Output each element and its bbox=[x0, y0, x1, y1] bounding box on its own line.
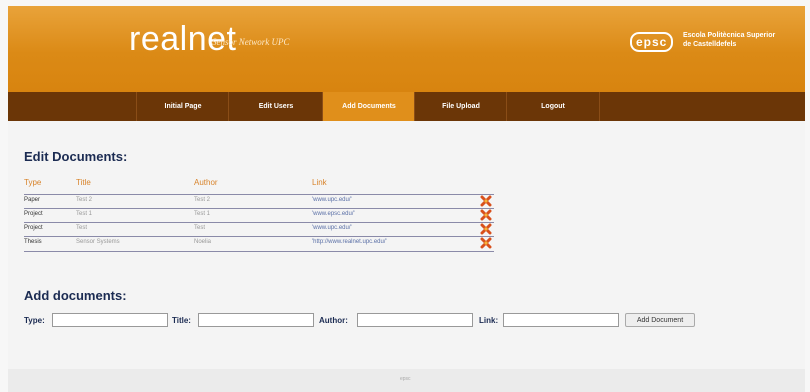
cell-link[interactable]: 'www.upc.edu/' bbox=[312, 225, 352, 231]
table-row: Project Test Test 'www.upc.edu/' bbox=[24, 222, 494, 237]
table-row: Project Test 1 Test 1 'www.epsc.edu/' bbox=[24, 208, 494, 223]
column-author: Author bbox=[194, 178, 218, 187]
cell-type: Thesis bbox=[24, 239, 42, 245]
cell-type: Project bbox=[24, 211, 43, 217]
delete-icon[interactable] bbox=[480, 209, 492, 221]
cell-title: Test 1 bbox=[76, 211, 93, 217]
delete-icon[interactable] bbox=[480, 195, 492, 207]
nav-file-upload[interactable]: File Upload bbox=[414, 92, 507, 121]
title-input[interactable] bbox=[198, 313, 314, 327]
cell-link[interactable]: 'www.upc.edu/' bbox=[312, 197, 352, 203]
column-link: Link bbox=[312, 178, 327, 187]
table-row: Thesis Sensor Systems Noelia 'http://www… bbox=[24, 236, 494, 252]
add-documents-heading: Add documents: bbox=[24, 288, 127, 303]
type-input[interactable] bbox=[52, 313, 168, 327]
cell-title: Sensor Systems bbox=[76, 239, 120, 245]
cell-link[interactable]: 'http://www.realnet.upc.edu/' bbox=[312, 239, 387, 245]
school-name-line2: de Castelldefels bbox=[683, 41, 737, 48]
title-label: Title: bbox=[172, 316, 191, 325]
site-tagline: Sensor Network UPC bbox=[212, 37, 290, 47]
type-label: Type: bbox=[24, 316, 45, 325]
school-name: Escola Politècnica Superior de Castellde… bbox=[683, 31, 808, 49]
column-title: Title bbox=[76, 178, 91, 187]
author-input[interactable] bbox=[357, 313, 473, 327]
footer-text: epsc bbox=[400, 376, 411, 382]
cell-author: Test 2 bbox=[194, 197, 211, 203]
delete-icon[interactable] bbox=[480, 237, 492, 249]
cell-title: Test bbox=[76, 225, 88, 231]
link-input[interactable] bbox=[503, 313, 619, 327]
nav-edit-users[interactable]: Edit Users bbox=[228, 92, 323, 121]
link-label: Link: bbox=[479, 316, 499, 325]
school-name-line1: Escola Politècnica Superior bbox=[683, 32, 776, 39]
cell-title: Test 2 bbox=[76, 197, 93, 203]
nav-initial-page[interactable]: Initial Page bbox=[136, 92, 229, 121]
column-type: Type bbox=[24, 178, 42, 187]
edit-documents-heading: Edit Documents: bbox=[24, 149, 128, 164]
epsc-logo: epsc bbox=[630, 32, 674, 52]
nav-add-documents[interactable]: Add Documents bbox=[322, 92, 415, 121]
cell-link[interactable]: 'www.epsc.edu/' bbox=[312, 211, 355, 217]
cell-author: Test bbox=[194, 225, 206, 231]
author-label: Author: bbox=[319, 316, 348, 325]
cell-type: Project bbox=[24, 225, 43, 231]
cell-type: Paper bbox=[24, 197, 41, 203]
delete-icon[interactable] bbox=[480, 223, 492, 235]
add-document-button[interactable]: Add Document bbox=[625, 313, 695, 327]
cell-author: Test 1 bbox=[194, 211, 211, 217]
site-header bbox=[8, 6, 805, 92]
cell-author: Noelia bbox=[194, 239, 212, 245]
nav-logout[interactable]: Logout bbox=[506, 92, 600, 121]
table-row: Paper Test 2 Test 2 'www.upc.edu/' bbox=[24, 194, 494, 209]
